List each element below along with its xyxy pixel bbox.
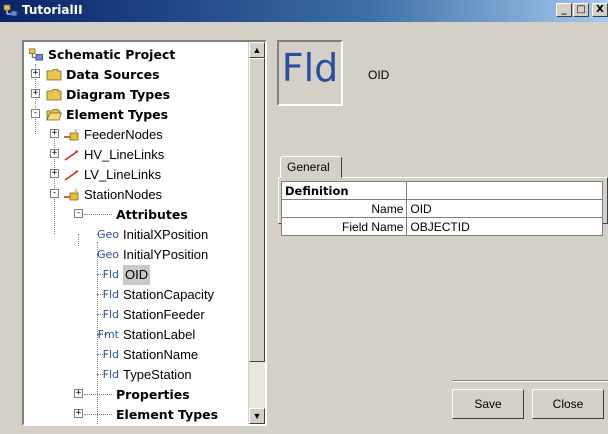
tree-node-attribute[interactable]: Fmt StationLabel bbox=[95, 324, 196, 344]
collapse-toggle[interactable]: - bbox=[31, 109, 40, 118]
link-type-icon: c bbox=[64, 169, 79, 181]
tree-node-attribute[interactable]: Geo InitialXPosition bbox=[95, 224, 208, 244]
field-icon: Fld bbox=[102, 347, 119, 361]
tree-node-attributes[interactable]: Attributes bbox=[116, 204, 188, 224]
tree-label-root: Schematic Project bbox=[48, 46, 176, 62]
tree-label-station-nodes: StationNodes bbox=[84, 186, 163, 202]
collapse-toggle[interactable]: - bbox=[50, 189, 59, 198]
minimize-button[interactable]: _ bbox=[556, 3, 572, 17]
tree-connector bbox=[84, 394, 112, 395]
close-button[interactable]: Close bbox=[532, 389, 604, 419]
selected-item-name: OID bbox=[368, 68, 390, 82]
tree-connector bbox=[84, 214, 112, 215]
expand-toggle[interactable]: + bbox=[74, 389, 83, 398]
property-value[interactable]: OBJECTID bbox=[406, 217, 603, 236]
tree-node-attribute[interactable]: Fld StationName bbox=[95, 344, 199, 364]
tree-vertical-scrollbar[interactable]: ▲ ▼ bbox=[248, 42, 265, 424]
field-icon: Fld bbox=[102, 307, 119, 321]
tree-node-diagram-types[interactable]: Diagram Types bbox=[46, 84, 170, 104]
section-header: Definition bbox=[280, 181, 408, 200]
schematic-project-icon bbox=[29, 48, 43, 61]
project-tree-panel: Schematic Project + Data Sources + Diagr… bbox=[22, 40, 267, 426]
tree-node-feeder-nodes[interactable]: c FeederNodes bbox=[64, 124, 163, 144]
tree-node-station-nodes[interactable]: c StationNodes bbox=[64, 184, 162, 204]
geo-icon: Geo bbox=[96, 247, 119, 261]
tree-node-properties[interactable]: Properties bbox=[116, 384, 190, 404]
scroll-up-arrow-icon[interactable]: ▲ bbox=[249, 42, 265, 58]
attribute-label: TypeStation bbox=[123, 366, 192, 382]
close-window-button[interactable]: X bbox=[592, 3, 608, 17]
tab-general[interactable]: General bbox=[280, 156, 342, 178]
app-icon bbox=[3, 4, 18, 17]
format-icon: Fmt bbox=[97, 327, 119, 341]
field-icon: Fld bbox=[102, 267, 119, 281]
section-header-value bbox=[406, 181, 603, 200]
expand-toggle[interactable]: + bbox=[50, 169, 59, 178]
expand-toggle[interactable]: + bbox=[50, 149, 59, 158]
separator bbox=[452, 380, 608, 382]
tree-label-data-sources: Data Sources bbox=[66, 66, 160, 82]
field-icon: Fld bbox=[102, 367, 119, 381]
expand-toggle[interactable]: + bbox=[31, 89, 40, 98]
link-type-icon: c bbox=[64, 149, 79, 161]
property-key: Field Name bbox=[280, 217, 408, 236]
tree-node-attribute[interactable]: Fld StationFeeder bbox=[95, 304, 205, 324]
attribute-label: InitialXPosition bbox=[123, 226, 209, 242]
tree-label-element-types-child: Element Types bbox=[116, 406, 219, 422]
attribute-label: InitialYPosition bbox=[123, 246, 209, 262]
collapse-toggle[interactable]: - bbox=[74, 209, 83, 218]
tree-node-attribute-selected[interactable]: Fld OID bbox=[95, 264, 151, 285]
tree-node-attribute[interactable]: Fld StationCapacity bbox=[95, 284, 214, 304]
tree-node-element-types-child[interactable]: Element Types bbox=[116, 404, 218, 424]
tree-node-lv-linelinks[interactable]: c LV_LineLinks bbox=[64, 164, 161, 184]
tree-node-hv-linelinks[interactable]: c HV_LineLinks bbox=[64, 144, 164, 164]
tree-connector bbox=[78, 234, 79, 246]
node-type-icon: c bbox=[64, 188, 79, 201]
property-value[interactable]: OID bbox=[406, 199, 603, 218]
tree-label-feeder-nodes: FeederNodes bbox=[84, 126, 163, 142]
node-type-icon: c bbox=[64, 128, 79, 141]
attribute-label: StationFeeder bbox=[123, 306, 205, 322]
tree-label-element-types: Element Types bbox=[66, 106, 169, 122]
title-bar: TutorialII _ □ X bbox=[0, 0, 608, 22]
properties-table: Definition Name OID Field Name OBJECTID bbox=[280, 181, 603, 236]
scroll-thumb[interactable] bbox=[249, 58, 265, 362]
table-section-row: Definition bbox=[280, 181, 603, 200]
tree-label-hv-linelinks: HV_LineLinks bbox=[84, 146, 165, 162]
expand-toggle[interactable]: + bbox=[31, 69, 40, 78]
open-folder-icon bbox=[46, 109, 62, 121]
folder-icon bbox=[46, 89, 62, 101]
attribute-label: OID bbox=[123, 264, 151, 285]
window-title: TutorialII bbox=[22, 3, 83, 17]
attribute-label: StationCapacity bbox=[123, 286, 215, 302]
attribute-label: StationLabel bbox=[123, 326, 196, 342]
tree-node-attribute[interactable]: Geo InitialYPosition bbox=[95, 244, 208, 264]
project-tree[interactable]: Schematic Project + Data Sources + Diagr… bbox=[24, 42, 249, 424]
property-key: Name bbox=[280, 199, 408, 218]
expand-toggle[interactable]: + bbox=[74, 409, 83, 418]
save-button[interactable]: Save bbox=[452, 389, 524, 419]
tree-node-element-types[interactable]: Element Types bbox=[46, 104, 168, 124]
tree-node-attribute[interactable]: Fld TypeStation bbox=[95, 364, 192, 384]
table-row[interactable]: Field Name OBJECTID bbox=[280, 217, 603, 236]
tree-connector bbox=[84, 414, 112, 415]
maximize-button[interactable]: □ bbox=[573, 3, 589, 17]
folder-icon bbox=[46, 69, 62, 81]
tree-label-attributes: Attributes bbox=[116, 206, 188, 222]
tree-label-properties: Properties bbox=[116, 386, 190, 402]
field-icon: Fld bbox=[102, 287, 119, 301]
tree-label-diagram-types: Diagram Types bbox=[66, 86, 171, 102]
attribute-label: StationName bbox=[123, 346, 199, 362]
field-type-icon-label: Fld bbox=[281, 46, 339, 90]
expand-toggle[interactable]: + bbox=[50, 129, 59, 138]
tree-node-data-sources[interactable]: Data Sources bbox=[46, 64, 160, 84]
field-type-large-icon: Fld bbox=[277, 40, 343, 106]
geo-icon: Geo bbox=[96, 227, 119, 241]
tree-label-lv-linelinks: LV_LineLinks bbox=[84, 166, 162, 182]
table-row[interactable]: Name OID bbox=[280, 199, 603, 218]
scroll-down-arrow-icon[interactable]: ▼ bbox=[249, 408, 265, 424]
tree-node-root[interactable]: Schematic Project bbox=[28, 44, 175, 64]
